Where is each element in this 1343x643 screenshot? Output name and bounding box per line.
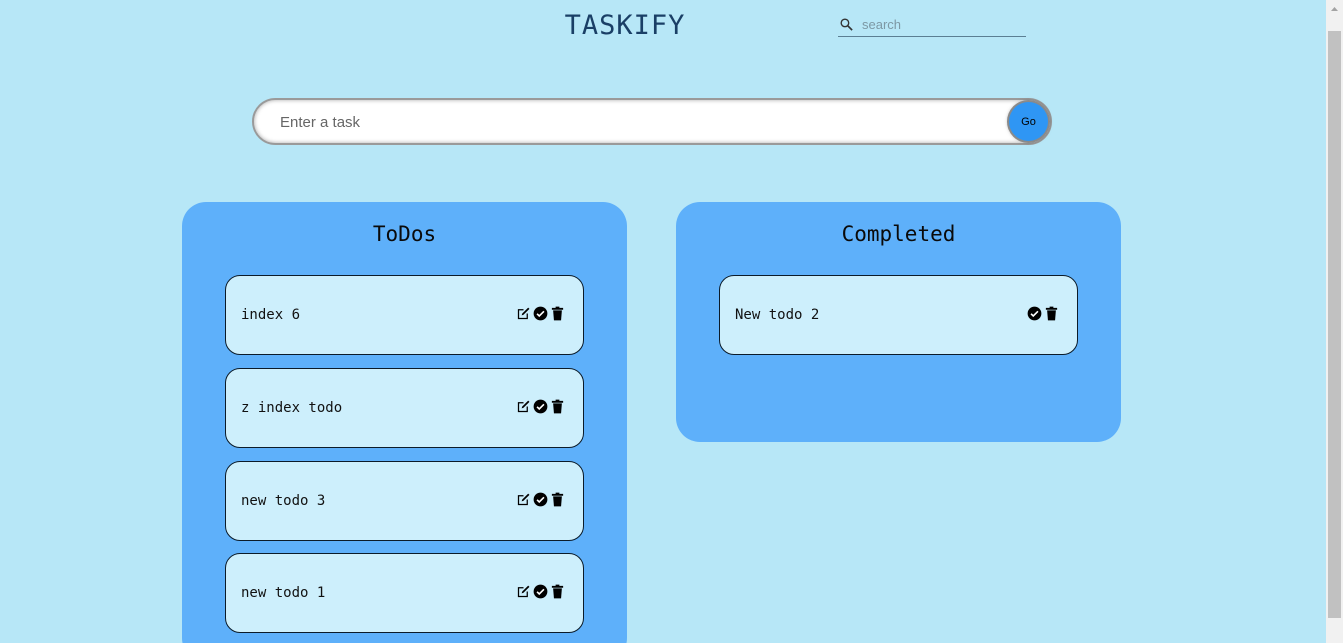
search-input[interactable] [862, 16, 1012, 32]
check-circle-icon[interactable] [533, 399, 548, 414]
trash-icon[interactable] [1044, 306, 1059, 321]
edit-icon[interactable] [516, 399, 531, 414]
app-title: TASKIFY [564, 10, 686, 41]
completed-actions [1027, 306, 1059, 321]
todo-actions [516, 399, 565, 414]
trash-icon[interactable] [550, 584, 565, 599]
search-icon [838, 17, 853, 32]
task-input-bar: Go [252, 98, 1052, 145]
trash-icon[interactable] [550, 492, 565, 507]
todos-panel: ToDos index 6 z index todo new todo 3 ne… [182, 202, 627, 643]
todo-text: z index todo [241, 400, 343, 416]
todo-card: new todo 3 [225, 461, 584, 541]
scrollbar-thumb[interactable] [1328, 31, 1341, 618]
completed-text: New todo 2 [735, 307, 820, 323]
page-scrollbar[interactable] [1326, 0, 1343, 643]
trash-icon[interactable] [550, 399, 565, 414]
check-circle-icon[interactable] [533, 492, 548, 507]
edit-icon[interactable] [516, 492, 531, 507]
todo-card: z index todo [225, 368, 584, 448]
todo-card: index 6 [225, 275, 584, 355]
completed-panel: Completed New todo 2 [676, 202, 1121, 442]
todo-text: new todo 3 [241, 493, 326, 509]
edit-icon[interactable] [516, 306, 531, 321]
check-circle-icon[interactable] [1027, 306, 1042, 321]
trash-icon[interactable] [550, 306, 565, 321]
scroll-up-arrow-icon[interactable] [1326, 0, 1343, 17]
todo-text: new todo 1 [241, 585, 326, 601]
search-box[interactable] [838, 12, 1026, 37]
todos-heading: ToDos [372, 222, 437, 246]
todo-text: index 6 [241, 307, 301, 323]
todo-actions [516, 584, 565, 599]
todo-card: new todo 1 [225, 553, 584, 633]
check-circle-icon[interactable] [533, 306, 548, 321]
todo-actions [516, 306, 565, 321]
edit-icon[interactable] [516, 584, 531, 599]
task-input[interactable] [280, 112, 980, 132]
todo-actions [516, 492, 565, 507]
check-circle-icon[interactable] [533, 584, 548, 599]
go-button[interactable]: Go [1009, 102, 1048, 141]
completed-card: New todo 2 [719, 275, 1078, 355]
completed-heading: Completed [841, 222, 956, 246]
